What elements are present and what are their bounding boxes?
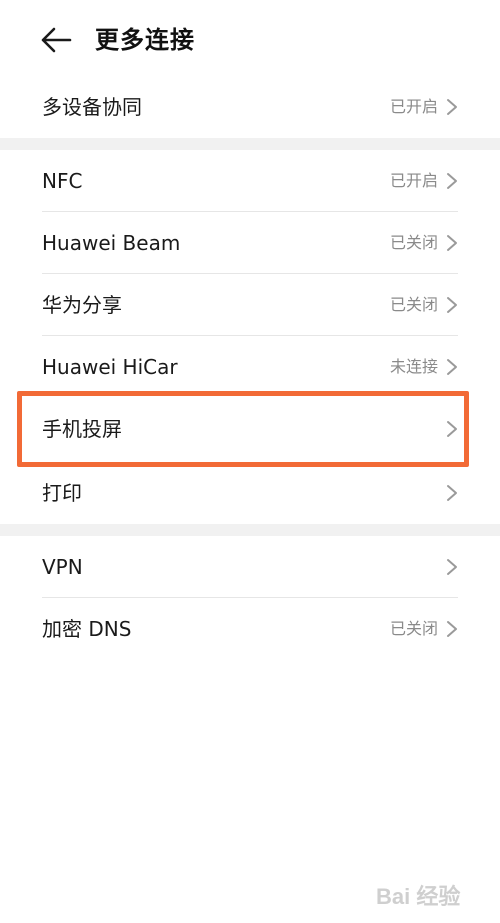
row-status: 已关闭 <box>389 619 438 638</box>
highlight-box <box>17 391 469 467</box>
row-status: 未连接 <box>389 357 438 376</box>
row-label: Huawei Beam <box>42 231 181 255</box>
chevron-right-icon <box>447 359 457 375</box>
row-label: 华为分享 <box>42 293 122 317</box>
title-bar: 更多连接 <box>0 0 500 80</box>
row-label: 打印 <box>42 481 82 505</box>
row-huawei-hicar[interactable]: Huawei HiCar 未连接 <box>0 336 500 398</box>
row-label: NFC <box>42 169 83 193</box>
chevron-right-icon <box>447 297 457 313</box>
row-nfc[interactable]: NFC 已开启 <box>0 150 500 212</box>
chevron-right-icon <box>447 621 457 637</box>
page-title: 更多连接 <box>95 26 195 54</box>
chevron-right-icon <box>447 559 457 575</box>
chevron-right-icon <box>447 173 457 189</box>
row-label: 多设备协同 <box>42 95 142 119</box>
row-label: VPN <box>42 555 83 579</box>
row-label: Huawei HiCar <box>42 355 178 379</box>
row-encrypted-dns[interactable]: 加密 DNS 已关闭 <box>0 598 500 660</box>
row-status: 已关闭 <box>389 295 438 314</box>
row-multi-device-collab[interactable]: 多设备协同 已开启 <box>0 76 500 138</box>
row-print[interactable]: 打印 <box>0 462 500 524</box>
row-status: 已关闭 <box>389 233 438 252</box>
row-huawei-beam[interactable]: Huawei Beam 已关闭 <box>0 212 500 274</box>
section-gap <box>0 524 500 536</box>
watermark-text: Bai 经验 <box>376 884 460 909</box>
chevron-right-icon <box>447 485 457 501</box>
chevron-right-icon <box>447 99 457 115</box>
row-label: 加密 DNS <box>42 617 132 641</box>
back-arrow-icon[interactable] <box>40 26 72 54</box>
chevron-right-icon <box>447 235 457 251</box>
row-status: 已开启 <box>389 97 438 116</box>
baidu-jingyan-watermark: Bai 经验 <box>376 884 460 909</box>
row-status: 已开启 <box>389 171 438 190</box>
row-vpn[interactable]: VPN <box>0 536 500 598</box>
row-huawei-share[interactable]: 华为分享 已关闭 <box>0 274 500 336</box>
section-gap <box>0 138 500 150</box>
